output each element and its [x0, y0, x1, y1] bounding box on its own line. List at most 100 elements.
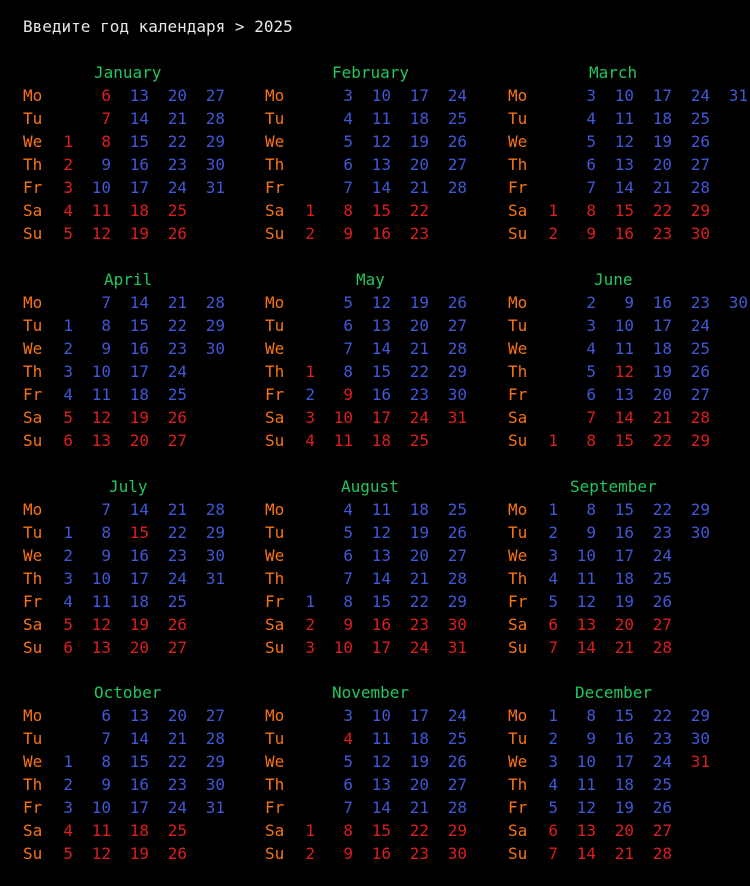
day-name-label: We: [265, 132, 285, 151]
day-number: 17: [614, 546, 634, 565]
day-number: 6: [63, 638, 73, 657]
day-number: 23: [409, 385, 429, 404]
weekday-row: We 5 12 19 26: [508, 132, 750, 152]
day-number: 9: [101, 339, 111, 358]
day-number: 7: [101, 729, 111, 748]
day-name-label: Th: [265, 362, 285, 381]
day-number: 28: [652, 638, 672, 657]
day-name-label: We: [508, 752, 528, 771]
day-name-label: Th: [265, 775, 285, 794]
weekday-row: Sa 3 10 17 24 31: [265, 408, 510, 428]
day-number: 4: [548, 569, 558, 588]
day-number: 10: [91, 798, 111, 817]
day-name-label: Th: [23, 775, 43, 794]
day-number: 5: [343, 523, 353, 542]
weekday-row: Mo 3 10 17 24: [265, 86, 510, 106]
day-number: 3: [305, 408, 315, 427]
day-name-label: Tu: [508, 523, 528, 542]
weekday-row: Th 3 10 17 24 31: [23, 569, 268, 589]
day-number: 22: [652, 201, 672, 220]
day-number: 17: [652, 316, 672, 335]
day-number: 28: [205, 729, 225, 748]
day-number: 23: [652, 729, 672, 748]
day-number: 29: [205, 523, 225, 542]
day-name-label: Sa: [508, 408, 528, 427]
day-number: 3: [586, 316, 596, 335]
day-number: 31: [205, 178, 225, 197]
day-number: 25: [167, 201, 187, 220]
day-number: 14: [614, 178, 634, 197]
day-number: 6: [101, 706, 111, 725]
day-number: 5: [343, 752, 353, 771]
day-number: 26: [652, 798, 672, 817]
day-number: 7: [343, 798, 353, 817]
day-number: 9: [101, 775, 111, 794]
day-number: 8: [101, 752, 111, 771]
day-number: 27: [447, 316, 467, 335]
weekday-row: Fr 5 12 19 26: [508, 592, 750, 612]
weekday-row: Fr 2 9 16 23 30: [265, 385, 510, 405]
day-number: 1: [548, 500, 558, 519]
weekday-row: Sa 6 13 20 27: [508, 615, 750, 635]
day-number: 21: [167, 500, 187, 519]
day-number: 11: [333, 431, 353, 450]
day-number: 16: [371, 844, 391, 863]
day-name-label: We: [508, 546, 528, 565]
day-name-label: Fr: [23, 592, 43, 611]
day-name-label: Sa: [23, 615, 43, 634]
day-number: 9: [343, 844, 353, 863]
day-number: 5: [63, 844, 73, 863]
month-may: May Mo 5 12 19 26 Tu 6 13 20 27 We 7 14 21 28 Th 1 8 15 22 29…: [265, 270, 510, 456]
day-number: 30: [690, 224, 710, 243]
day-number: 29: [447, 592, 467, 611]
day-number: 30: [690, 729, 710, 748]
day-number: 13: [91, 431, 111, 450]
day-number: 12: [91, 615, 111, 634]
day-number: 31: [728, 86, 748, 105]
weekday-row: We 5 12 19 26: [265, 752, 510, 772]
day-number: 22: [167, 132, 187, 151]
day-number: 23: [690, 293, 710, 312]
day-name-label: Fr: [508, 798, 528, 817]
day-number: 14: [371, 178, 391, 197]
day-number: 6: [343, 546, 353, 565]
weekday-row: Su 2 9 16 23: [265, 224, 510, 244]
day-number: 23: [167, 155, 187, 174]
weekday-row: Fr 3 10 17 24 31: [23, 798, 268, 818]
day-number: 26: [167, 224, 187, 243]
day-name-label: We: [23, 752, 43, 771]
day-number: 23: [652, 224, 672, 243]
weekday-row: Mo 1 8 15 22 29: [508, 500, 750, 520]
day-number: 30: [205, 155, 225, 174]
day-number: 21: [614, 638, 634, 657]
day-number: 11: [614, 339, 634, 358]
day-number: 13: [129, 86, 149, 105]
day-number: 5: [548, 798, 558, 817]
day-number: 13: [371, 546, 391, 565]
day-number: 9: [343, 224, 353, 243]
day-number: 21: [652, 408, 672, 427]
day-number: 26: [447, 293, 467, 312]
day-number: 28: [205, 500, 225, 519]
day-number: 26: [167, 844, 187, 863]
day-name-label: Mo: [23, 86, 43, 105]
day-number: 31: [447, 408, 467, 427]
day-name-label: Mo: [23, 293, 43, 312]
day-number: 5: [343, 132, 353, 151]
day-number: 23: [167, 339, 187, 358]
day-number: 3: [63, 362, 73, 381]
day-number: 18: [614, 775, 634, 794]
day-number: 22: [652, 706, 672, 725]
day-number: 4: [343, 109, 353, 128]
day-name-label: Sa: [23, 821, 43, 840]
day-number: 7: [101, 109, 111, 128]
weekday-row: Mo 2 9 16 23 30: [508, 293, 750, 313]
month-title: March: [589, 63, 638, 82]
month-title: October: [94, 683, 162, 702]
day-name-label: Sa: [23, 201, 43, 220]
day-number: 30: [447, 844, 467, 863]
day-number: 23: [409, 224, 429, 243]
day-name-label: Tu: [23, 109, 43, 128]
year-prompt[interactable]: Введите год календаря > 2025: [23, 17, 293, 37]
terminal-window: Введите год календаря > 2025 January Mo 6 1…: [0, 0, 750, 886]
